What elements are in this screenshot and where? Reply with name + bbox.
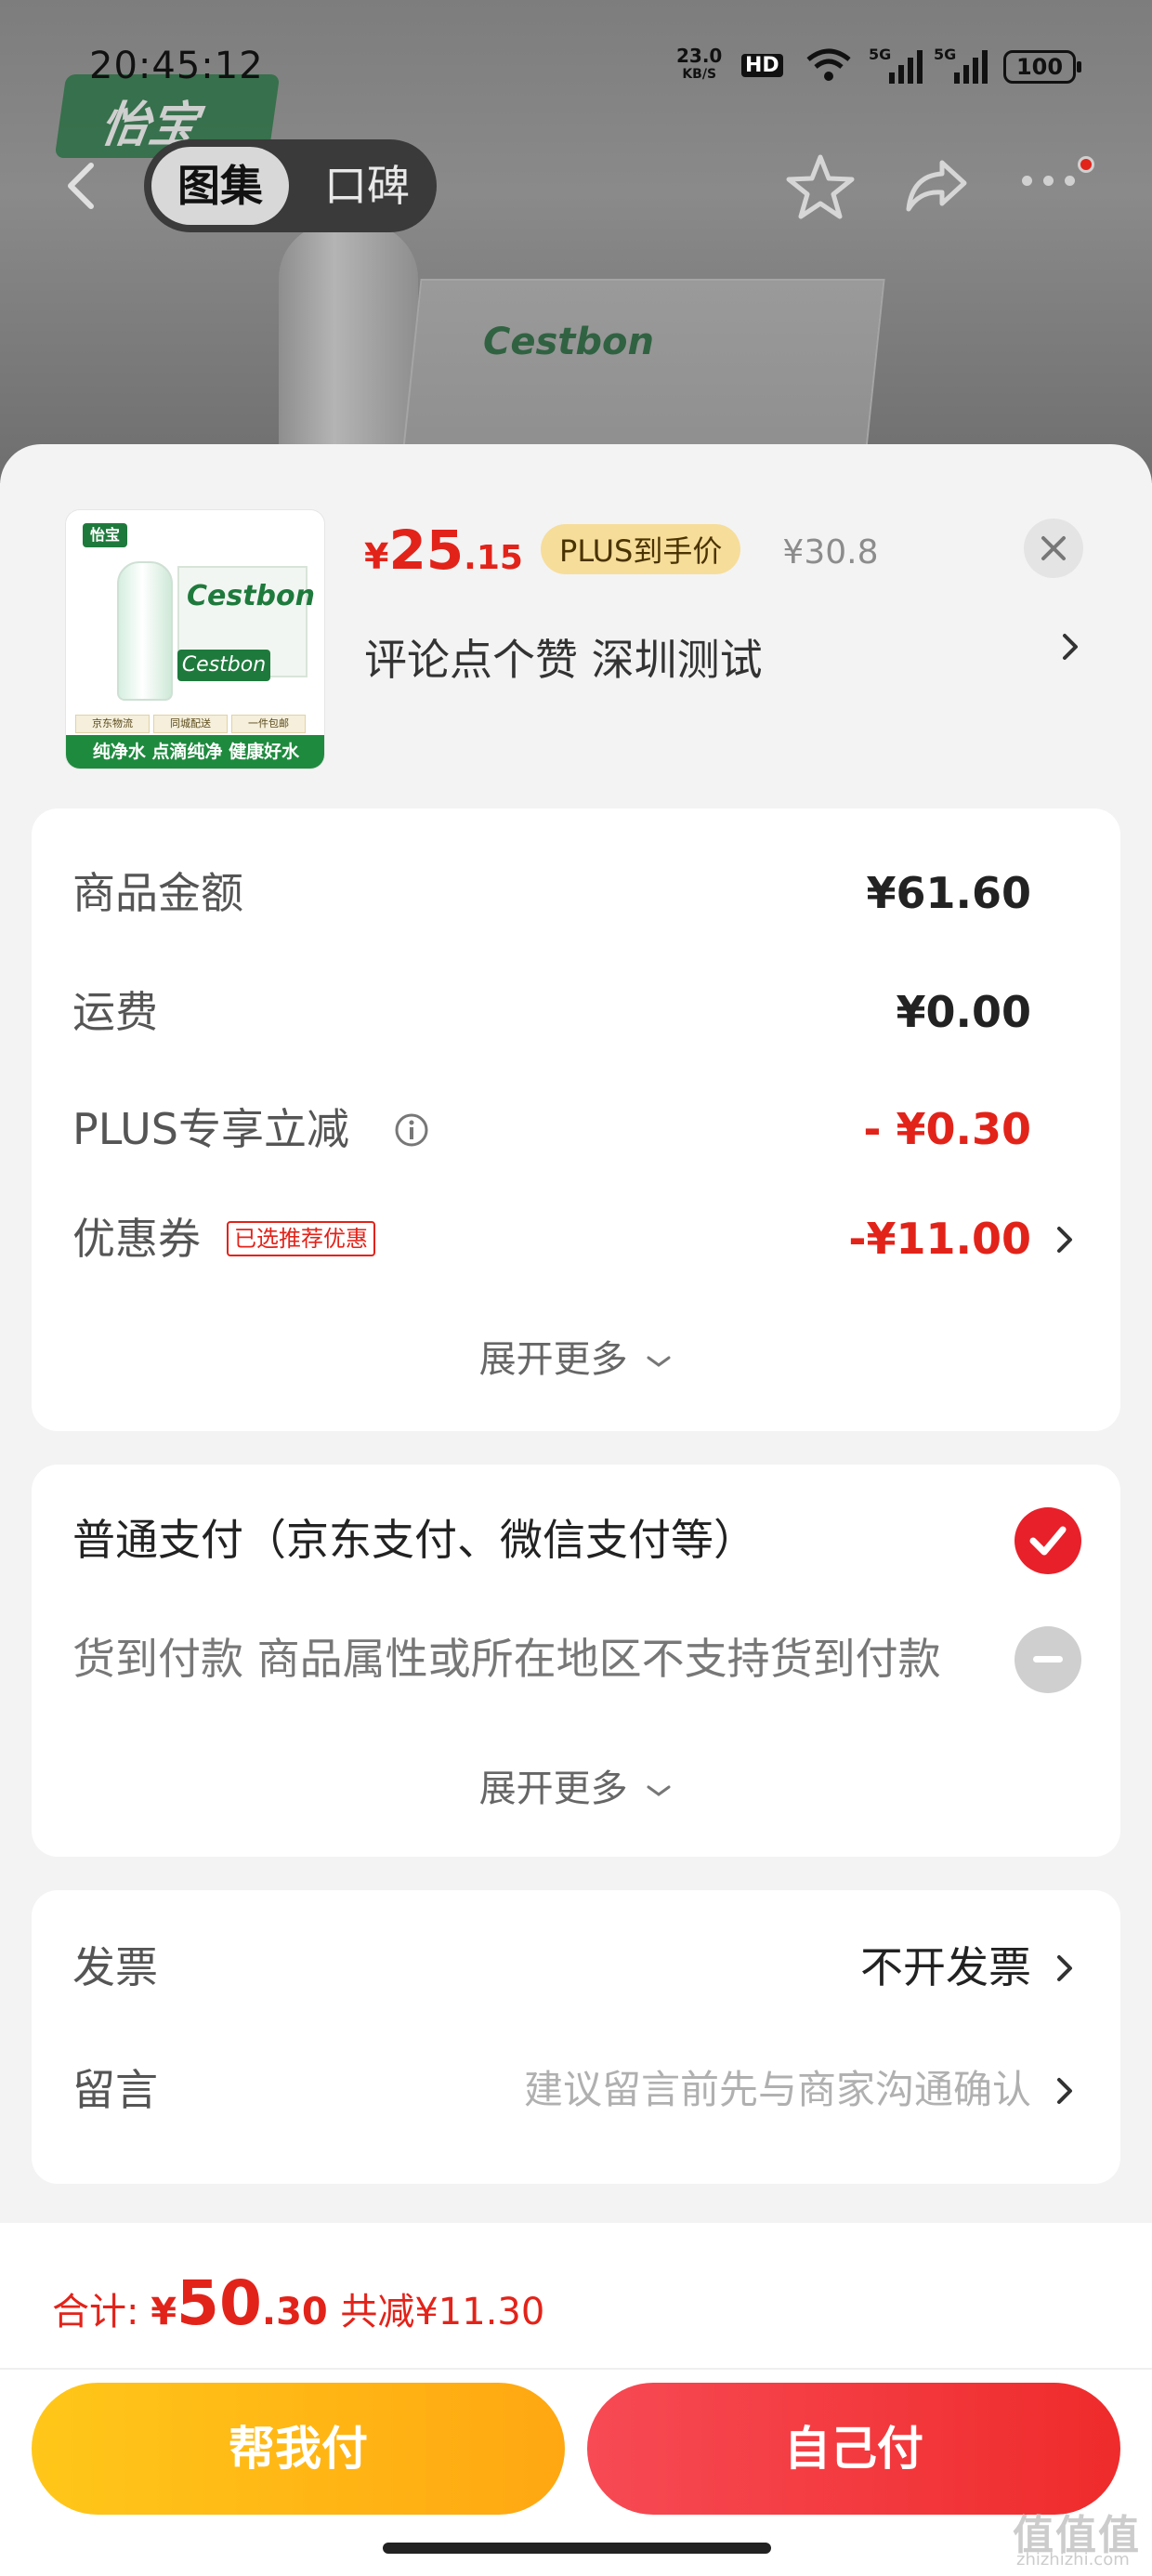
home-indicator[interactable] (383, 2543, 771, 2554)
expand-more-button[interactable]: 展开更多 (32, 1758, 1120, 1812)
chevron-right-icon[interactable] (1059, 628, 1081, 669)
close-icon (1041, 536, 1066, 560)
hd-badge: HD (741, 54, 783, 77)
message-row[interactable]: 留言 建议留言前先与商家沟通确认 (72, 2057, 1076, 2123)
chevron-right-icon[interactable] (1054, 1223, 1076, 1260)
chevron-down-icon (647, 1785, 671, 1796)
notification-dot (1078, 156, 1094, 173)
status-bar: 20:45:12 23.0 KB/S HD 5G 5G 100 (0, 37, 1152, 93)
summary-row-plus-discount: PLUS专享立减 - ¥0.30 (72, 1104, 1031, 1154)
signal-icon: 5G (934, 46, 989, 91)
divider (0, 2368, 1152, 2370)
top-nav: 图集 口碑 (0, 139, 1152, 232)
price-summary-card: 商品金额 ¥61.60 运费 ¥0.00 PLUS专享立减 - ¥0.30 优惠… (32, 808, 1120, 1431)
tab-gallery[interactable]: 图集 (151, 147, 289, 225)
radio-checked-icon[interactable] (1015, 1507, 1081, 1574)
status-time: 20:45:12 (89, 45, 264, 87)
network-speed: 23.0 KB/S (676, 45, 723, 82)
payment-option-cod: 货到付款 商品属性或所在地区不支持货到付款 (72, 1634, 941, 1684)
total-savings: 共减¥11.30 (340, 2291, 545, 2333)
plus-price-tag: PLUS到手价 (541, 524, 741, 574)
close-button[interactable] (1024, 519, 1083, 578)
invoice-message-card: 发票 不开发票 留言 建议留言前先与商家沟通确认 (32, 1890, 1120, 2184)
message-input[interactable]: 建议留言前先与商家沟通确认 (524, 2057, 1031, 2123)
pay-myself-button[interactable]: 自己付 (587, 2383, 1120, 2515)
invoice-row[interactable]: 发票 不开发票 (72, 1935, 1076, 2000)
watermark-url: zhizhizhi.com (1016, 2550, 1130, 2569)
chevron-down-icon (647, 1356, 671, 1367)
summary-row-coupon[interactable]: 优惠券 已选推荐优惠 -¥11.00 (72, 1206, 1076, 1271)
price-row: ¥25.15 PLUS到手价 ¥30.8 (364, 519, 878, 584)
tab-reviews[interactable]: 口碑 (311, 147, 423, 225)
payment-method-card: 普通支付（京东支付、微信支付等） 货到付款 商品属性或所在地区不支持货到付款 展… (32, 1465, 1120, 1857)
svg-text:5G: 5G (934, 46, 956, 63)
plus-price: ¥25.15 (364, 519, 523, 582)
original-price: ¥30.8 (782, 533, 879, 572)
share-icon[interactable] (901, 153, 972, 224)
help-me-pay-button[interactable]: 帮我付 (32, 2383, 565, 2515)
back-icon[interactable] (56, 158, 111, 214)
info-icon[interactable] (393, 1111, 430, 1152)
chevron-right-icon[interactable] (1054, 1952, 1076, 1989)
carton-brand-text: Cestbon (483, 321, 655, 363)
more-icon[interactable] (1022, 172, 1087, 200)
product-thumbnail: 怡宝 Cestbon Cestbon 京东物流 同城配送 一件包邮 纯净水 点滴纯净… (65, 509, 325, 769)
coupon-tag: 已选推荐优惠 (227, 1221, 375, 1256)
chevron-right-icon[interactable] (1054, 2074, 1076, 2111)
product-header: 怡宝 Cestbon Cestbon 京东物流 同城配送 一件包邮 纯净水 点滴纯净… (0, 444, 1152, 816)
order-total: 合计: ¥50.30 共减¥11.30 (52, 2267, 545, 2339)
checkout-footer: 合计: ¥50.30 共减¥11.30 帮我付 自己付 值值值 zhizhizh… (0, 2223, 1152, 2576)
wifi-icon (805, 46, 853, 87)
gallery-segmented-control: 图集 口碑 (144, 139, 437, 232)
favorite-star-icon[interactable] (785, 153, 856, 224)
summary-row-goods: 商品金额 ¥61.60 (72, 868, 1031, 918)
signal-icon: 5G (869, 46, 924, 91)
svg-text:5G: 5G (869, 46, 891, 63)
expand-more-button[interactable]: 展开更多 (32, 1329, 1120, 1383)
summary-row-shipping: 运费 ¥0.00 (72, 987, 1031, 1037)
product-subtitle[interactable]: 评论点个赞 深圳测试 (364, 626, 763, 688)
payment-option-normal[interactable]: 普通支付（京东支付、微信支付等） (72, 1507, 756, 1572)
battery-icon: 100 (1003, 50, 1081, 84)
radio-disabled-icon (1015, 1626, 1081, 1693)
